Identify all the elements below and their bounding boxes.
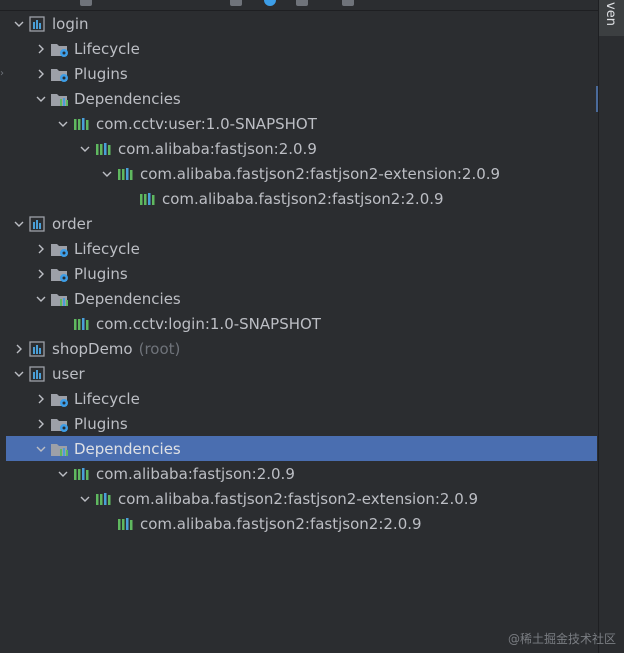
tree-node-label: com.cctv:user:1.0-SNAPSHOT [96,114,317,133]
chevron-right-icon[interactable] [32,236,50,261]
maven-module-icon [28,215,48,233]
tree-node-label: Dependencies [74,289,181,308]
tree-node-lifecycle[interactable]: Lifecycle [6,236,597,261]
chevron-down-icon[interactable] [54,111,72,136]
maven-module-icon [28,340,48,358]
tree-node-module[interactable]: shopDemo (root) [6,336,597,361]
tree-node-dependencies[interactable]: Dependencies [6,86,597,111]
library-icon [72,115,92,133]
tree-node-library[interactable]: com.alibaba:fastjson:2.0.9 [6,136,597,161]
dependencies-folder-icon [50,440,70,458]
chevron-right-icon[interactable] [32,36,50,61]
tree-node-lifecycle[interactable]: Lifecycle [6,386,597,411]
maven-module-icon [28,365,48,383]
toolbar-icon[interactable] [264,0,276,6]
tree-node-module[interactable]: login [6,11,597,36]
gutter-marker: › [0,68,4,79]
chevron-down-icon[interactable] [54,461,72,486]
library-icon [72,315,92,333]
tree-node-library[interactable]: com.alibaba.fastjson2:fastjson2:2.0.9 [6,511,597,536]
tree-node-label: com.alibaba.fastjson2:fastjson2:2.0.9 [140,514,422,533]
tree-node-plugins[interactable]: Plugins [6,61,597,86]
tree-node-label: com.alibaba.fastjson2:fastjson2-extensio… [140,164,501,183]
tree-node-label: Lifecycle [74,39,140,58]
toolbar-icon[interactable] [342,0,354,6]
maven-tool-tab[interactable]: ven [599,0,624,36]
tree-node-library[interactable]: com.alibaba.fastjson2:fastjson2-extensio… [6,486,597,511]
toolbar-icon[interactable] [230,0,242,6]
tree-node-plugins[interactable]: Plugins [6,411,597,436]
chevron-right-icon[interactable] [32,261,50,286]
right-tool-strip: ven [598,0,624,653]
tree-node-label: com.cctv:login:1.0-SNAPSHOT [96,314,321,333]
lifecycle-folder-icon [50,40,70,58]
tree-node-library[interactable]: com.alibaba.fastjson2:fastjson2-extensio… [6,161,597,186]
tree-node-label: user [52,364,85,383]
tree-node-label: Lifecycle [74,239,140,258]
library-icon [116,515,136,533]
tree-node-label: com.alibaba:fastjson:2.0.9 [118,139,317,158]
tree-node-label: com.alibaba.fastjson2:fastjson2:2.0.9 [162,189,444,208]
toolbar-icon[interactable] [80,0,92,6]
chevron-right-icon[interactable] [32,61,50,86]
tree-node-label: login [52,14,89,33]
tree-node-label: Dependencies [74,89,181,108]
tree-node-module[interactable]: order [6,211,597,236]
chevron-right-icon[interactable] [10,336,28,361]
chevron-right-icon[interactable] [32,411,50,436]
tree-node-suffix: (root) [138,339,181,358]
chevron-down-icon[interactable] [32,86,50,111]
tree-node-module[interactable]: user [6,361,597,386]
library-icon [94,490,114,508]
tree-node-label: com.alibaba.fastjson2:fastjson2-extensio… [118,489,479,508]
tree-node-label: Plugins [74,414,128,433]
chevron-down-icon[interactable] [76,486,94,511]
chevron-right-icon[interactable] [32,386,50,411]
watermark: @稀土掘金技术社区 [507,632,616,646]
toolbar-icon[interactable] [296,0,308,6]
tree-node-label: shopDemo [52,339,133,358]
chevron-down-icon[interactable] [10,211,28,236]
plugins-folder-icon [50,65,70,83]
tree-node-library[interactable]: com.alibaba:fastjson:2.0.9 [6,461,597,486]
chevron-down-icon[interactable] [32,286,50,311]
chevron-down-icon[interactable] [32,436,50,461]
tree-node-library[interactable]: com.alibaba.fastjson2:fastjson2:2.0.9 [6,186,597,211]
tree-node-label: order [52,214,92,233]
tree-node-plugins[interactable]: Plugins [6,261,597,286]
chevron-down-icon[interactable] [10,361,28,386]
tree-node-label: com.alibaba:fastjson:2.0.9 [96,464,295,483]
library-icon [138,190,158,208]
tree-node-label: Plugins [74,64,128,83]
chevron-down-icon[interactable] [98,161,116,186]
lifecycle-folder-icon [50,240,70,258]
tree-node-library[interactable]: com.cctv:user:1.0-SNAPSHOT [6,111,597,136]
lifecycle-folder-icon [50,390,70,408]
tree-node-library[interactable]: com.cctv:login:1.0-SNAPSHOT [6,311,597,336]
maven-tool-tab-label: ven [603,2,618,26]
tree-node-label: Lifecycle [74,389,140,408]
dependencies-folder-icon [50,90,70,108]
tree-node-label: Dependencies [74,439,181,458]
tree-node-lifecycle[interactable]: Lifecycle [6,36,597,61]
maven-module-icon [28,15,48,33]
chevron-down-icon[interactable] [10,11,28,36]
toolbar [0,0,598,11]
library-icon [94,140,114,158]
tree-node-dependencies[interactable]: Dependencies [6,286,597,311]
dependencies-folder-icon [50,290,70,308]
tree-node-dependencies[interactable]: Dependencies [6,436,597,461]
tree-node-label: Plugins [74,264,128,283]
library-icon [72,465,92,483]
plugins-folder-icon [50,265,70,283]
library-icon [116,165,136,183]
plugins-folder-icon [50,415,70,433]
chevron-down-icon[interactable] [76,136,94,161]
